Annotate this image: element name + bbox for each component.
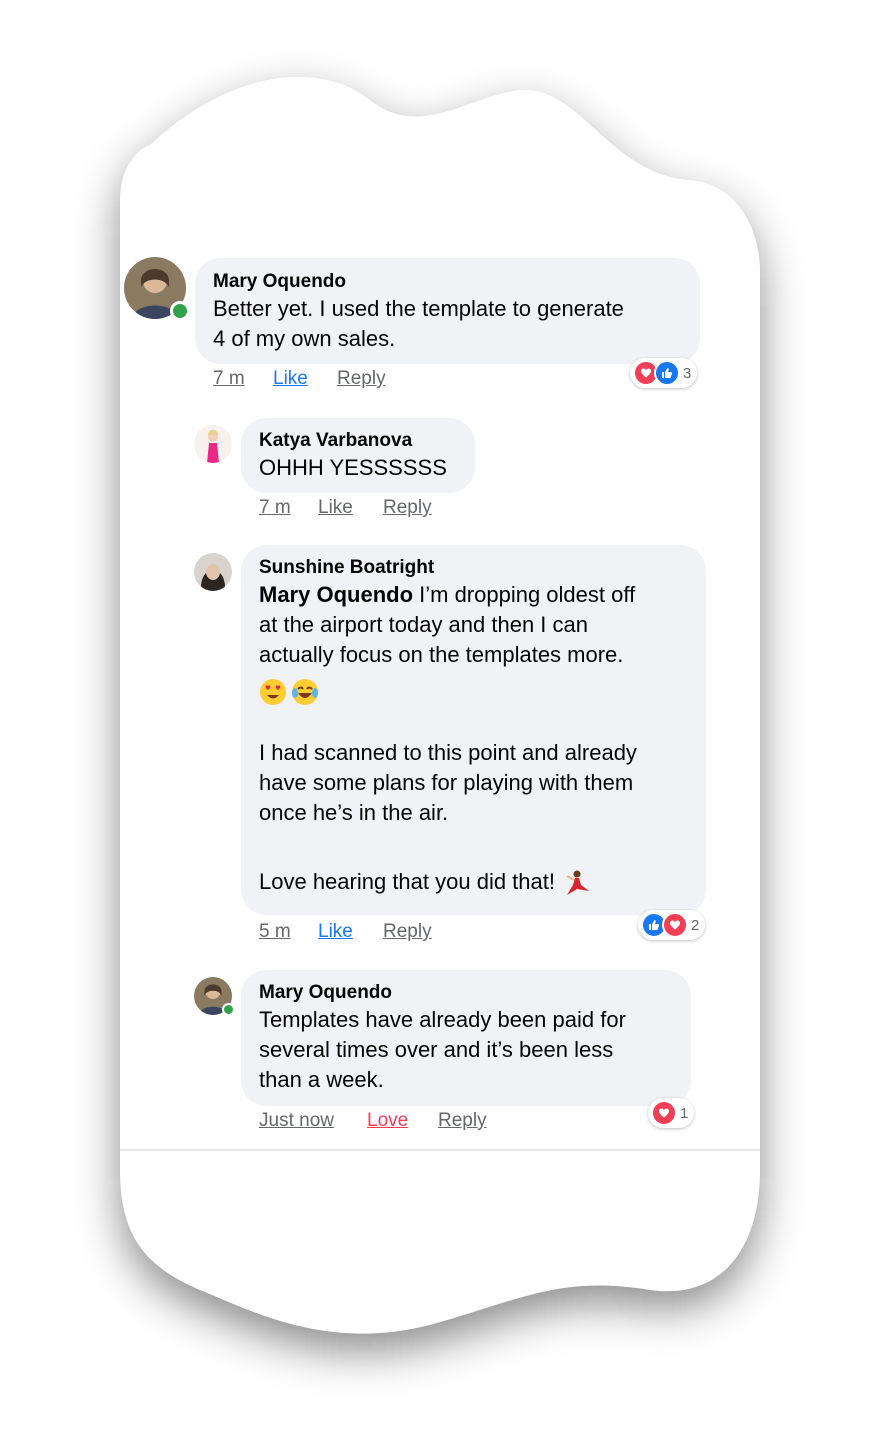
comment-text-line: Better yet. I used the template to gener…	[213, 296, 624, 321]
comment-text-fragment: I’m dropping oldest off	[413, 582, 636, 607]
reply-button[interactable]: Reply	[438, 1110, 487, 1132]
like-button[interactable]: Like	[318, 921, 353, 943]
comment-text-line: at the airport today and then I can	[259, 612, 589, 637]
comment-author[interactable]: Katya Varbanova	[259, 429, 457, 453]
avatar-photo	[194, 425, 232, 463]
reaction-summary[interactable]: 3	[630, 358, 698, 388]
reply-button[interactable]: Reply	[337, 368, 386, 390]
love-button[interactable]: Love	[367, 1110, 408, 1132]
comment-timestamp[interactable]: Just now	[259, 1110, 334, 1132]
avatar-mary-oquendo[interactable]	[124, 257, 190, 321]
comment-bubble[interactable]: Mary Oquendo Better yet. I used the temp…	[195, 258, 700, 364]
comment-author[interactable]: Mary Oquendo	[259, 981, 673, 1005]
dancer-emoji-icon	[566, 870, 590, 896]
comment-thread: Mary Oquendo Better yet. I used the temp…	[0, 0, 873, 1440]
reaction-count: 1	[680, 1104, 689, 1122]
comment-text-line: 4 of my own sales.	[213, 326, 396, 351]
comment-text-line: Mary Oquendo I’m dropping oldest off	[259, 580, 688, 610]
reaction-summary[interactable]: 1	[648, 1098, 695, 1128]
comment-timestamp[interactable]: 5 m	[259, 921, 291, 943]
heart-reaction-icon	[651, 1100, 677, 1126]
comment-text-fragment: Love hearing that you did that!	[259, 869, 555, 894]
comment-bubble[interactable]: Sunshine Boatright Mary Oquendo I’m drop…	[241, 545, 706, 915]
comment-text-line: Love hearing that you did that!	[259, 867, 688, 897]
comment-text-line: I had scanned to this point and already	[259, 740, 637, 765]
emoji-line	[259, 670, 688, 714]
comment-bubble[interactable]: Katya Varbanova OHHH YESSSSSS	[241, 418, 475, 493]
avatar-photo	[194, 553, 232, 591]
comment-timestamp[interactable]: 7 m	[259, 497, 291, 519]
comment-text-line: once he’s in the air.	[259, 800, 449, 825]
comment-text-line: than a week.	[259, 1067, 384, 1092]
reply-button[interactable]: Reply	[383, 497, 432, 519]
online-status-indicator	[170, 301, 190, 321]
heart-eyes-emoji-icon	[260, 679, 286, 706]
thumbs-up-reaction-icon	[654, 360, 680, 386]
comment-author[interactable]: Sunshine Boatright	[259, 556, 688, 580]
heart-reaction-icon	[662, 912, 688, 938]
like-button[interactable]: Like	[318, 497, 353, 519]
comment-text-line: actually focus on the templates more.	[259, 642, 624, 667]
avatar-sunshine-boatright[interactable]	[194, 553, 232, 591]
comment-bubble[interactable]: Mary Oquendo Templates have already been…	[241, 970, 691, 1106]
like-button[interactable]: Like	[273, 368, 308, 390]
avatar-mary-oquendo[interactable]	[194, 977, 235, 1016]
comment-timestamp[interactable]: 7 m	[213, 368, 245, 390]
online-status-indicator	[222, 1003, 235, 1016]
comment-author[interactable]: Mary Oquendo	[213, 270, 682, 294]
reaction-count: 2	[691, 916, 700, 934]
comment-text-line: OHHH YESSSSSS	[259, 455, 447, 480]
comment-text-line: Templates have already been paid for	[259, 1007, 626, 1032]
tears-of-joy-emoji-icon	[292, 679, 318, 706]
mention-link[interactable]: Mary Oquendo	[259, 582, 413, 607]
reaction-summary[interactable]: 2	[638, 910, 706, 940]
comment-text-line: several times over and it’s been less	[259, 1037, 614, 1062]
reaction-count: 3	[683, 364, 692, 382]
comment-text-line: have some plans for playing with them	[259, 770, 634, 795]
reply-button[interactable]: Reply	[383, 921, 432, 943]
avatar-katya-varbanova[interactable]	[194, 425, 232, 463]
